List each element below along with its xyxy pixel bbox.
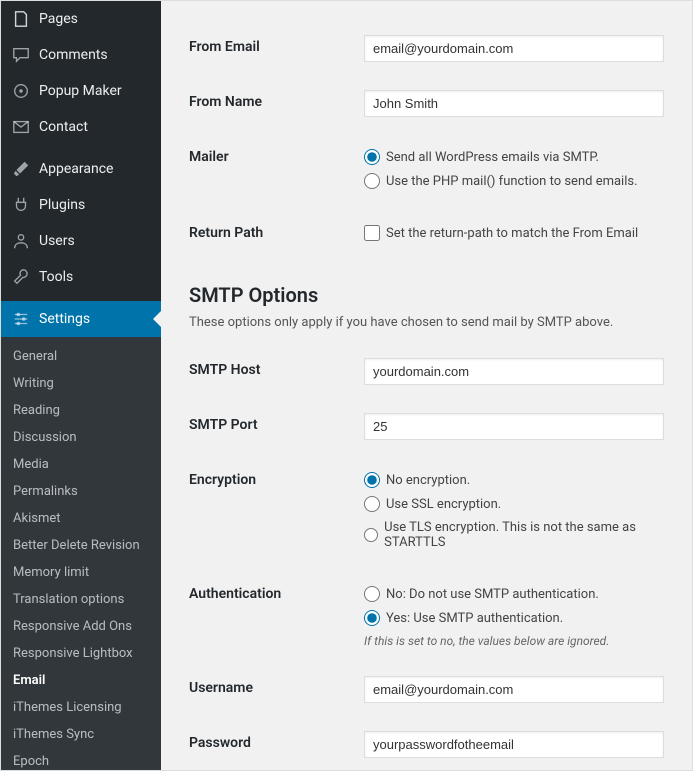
mail-icon xyxy=(11,117,31,137)
submenu-item-discussion[interactable]: Discussion xyxy=(1,424,161,451)
password-label: Password xyxy=(189,717,364,770)
from-name-label: From Name xyxy=(189,76,364,131)
sidebar-item-users[interactable]: Users xyxy=(1,223,161,259)
sidebar-label: Appearance xyxy=(39,161,113,177)
smtp-port-label: SMTP Port xyxy=(189,399,364,454)
admin-sidebar: Pages Comments Popup Maker Contact Appea… xyxy=(1,1,161,770)
submenu-item-ithemes-sync[interactable]: iThemes Sync xyxy=(1,721,161,748)
sidebar-label: Popup Maker xyxy=(39,83,122,99)
password-input[interactable] xyxy=(364,731,664,758)
sidebar-label: Users xyxy=(39,233,75,249)
sidebar-item-popup-maker[interactable]: Popup Maker xyxy=(1,73,161,109)
sidebar-item-pages[interactable]: Pages xyxy=(1,1,161,37)
sidebar-item-comments[interactable]: Comments xyxy=(1,37,161,73)
mailer-label: Mailer xyxy=(189,131,364,207)
sliders-icon xyxy=(11,309,31,329)
smtp-options-heading: SMTP Options xyxy=(189,283,664,307)
submenu-item-better-delete-revision[interactable]: Better Delete Revision xyxy=(1,532,161,559)
smtp-port-input[interactable] xyxy=(364,413,664,440)
pages-icon xyxy=(11,9,31,29)
submenu-item-general[interactable]: General xyxy=(1,343,161,370)
return-path-option[interactable]: Set the return-path to match the From Em… xyxy=(364,221,664,245)
submenu-item-akismet[interactable]: Akismet xyxy=(1,505,161,532)
mailer-php-radio[interactable] xyxy=(364,173,380,189)
mailer-smtp-text: Send all WordPress emails via SMTP. xyxy=(386,150,599,165)
smtp-host-label: SMTP Host xyxy=(189,344,364,399)
submenu-item-ithemes-licensing[interactable]: iThemes Licensing xyxy=(1,694,161,721)
username-label: Username xyxy=(189,662,364,717)
auth-hint: If this is set to no, the values below a… xyxy=(364,634,664,648)
encryption-none-option[interactable]: No encryption. xyxy=(364,468,664,492)
auth-label: Authentication xyxy=(189,568,364,662)
encryption-none-text: No encryption. xyxy=(386,473,470,488)
encryption-ssl-text: Use SSL encryption. xyxy=(386,497,501,512)
sidebar-item-appearance[interactable]: Appearance xyxy=(1,151,161,187)
mailer-php-option[interactable]: Use the PHP mail() function to send emai… xyxy=(364,169,664,193)
sidebar-label: Settings xyxy=(39,311,90,327)
encryption-tls-radio[interactable] xyxy=(364,527,378,543)
auth-no-text: No: Do not use SMTP authentication. xyxy=(386,587,599,602)
popup-icon xyxy=(11,81,31,101)
submenu-item-media[interactable]: Media xyxy=(1,451,161,478)
sidebar-label: Tools xyxy=(39,269,73,285)
sidebar-item-settings[interactable]: Settings xyxy=(1,301,161,337)
encryption-none-radio[interactable] xyxy=(364,472,380,488)
encryption-ssl-radio[interactable] xyxy=(364,496,380,512)
mailer-smtp-option[interactable]: Send all WordPress emails via SMTP. xyxy=(364,145,664,169)
mailer-php-text: Use the PHP mail() function to send emai… xyxy=(386,174,638,189)
submenu-item-responsive-addons[interactable]: Responsive Add Ons xyxy=(1,613,161,640)
brush-icon xyxy=(11,159,31,179)
auth-no-radio[interactable] xyxy=(364,586,380,602)
return-path-checkbox[interactable] xyxy=(364,225,380,241)
smtp-host-input[interactable] xyxy=(364,358,664,385)
encryption-label: Encryption xyxy=(189,454,364,568)
from-email-input[interactable] xyxy=(364,35,664,62)
sidebar-item-plugins[interactable]: Plugins xyxy=(1,187,161,223)
plug-icon xyxy=(11,195,31,215)
settings-content: From Email From Name Mailer Send all Wor… xyxy=(161,1,692,770)
sidebar-label: Plugins xyxy=(39,197,85,213)
from-name-input[interactable] xyxy=(364,90,664,117)
user-icon xyxy=(11,231,31,251)
submenu-item-epoch[interactable]: Epoch xyxy=(1,748,161,770)
auth-yes-text: Yes: Use SMTP authentication. xyxy=(386,611,563,626)
return-path-label: Return Path xyxy=(189,207,364,259)
sidebar-label: Pages xyxy=(39,11,78,27)
wrench-icon xyxy=(11,267,31,287)
submenu-item-reading[interactable]: Reading xyxy=(1,397,161,424)
comments-icon xyxy=(11,45,31,65)
auth-no-option[interactable]: No: Do not use SMTP authentication. xyxy=(364,582,664,606)
auth-yes-radio[interactable] xyxy=(364,610,380,626)
submenu-item-translation-options[interactable]: Translation options xyxy=(1,586,161,613)
sidebar-label: Comments xyxy=(39,47,108,63)
auth-yes-option[interactable]: Yes: Use SMTP authentication. xyxy=(364,606,664,630)
encryption-tls-text: Use TLS encryption. This is not the same… xyxy=(384,520,664,550)
settings-submenu: General Writing Reading Discussion Media… xyxy=(1,337,161,770)
encryption-tls-option[interactable]: Use TLS encryption. This is not the same… xyxy=(364,516,664,554)
from-email-label: From Email xyxy=(189,21,364,76)
submenu-item-writing[interactable]: Writing xyxy=(1,370,161,397)
mailer-smtp-radio[interactable] xyxy=(364,149,380,165)
sidebar-label: Contact xyxy=(39,119,88,135)
username-input[interactable] xyxy=(364,676,664,703)
smtp-options-desc: These options only apply if you have cho… xyxy=(189,315,664,330)
submenu-item-memory-limit[interactable]: Memory limit xyxy=(1,559,161,586)
submenu-item-responsive-lightbox[interactable]: Responsive Lightbox xyxy=(1,640,161,667)
sidebar-item-tools[interactable]: Tools xyxy=(1,259,161,295)
sidebar-item-contact[interactable]: Contact xyxy=(1,109,161,145)
encryption-ssl-option[interactable]: Use SSL encryption. xyxy=(364,492,664,516)
submenu-item-email[interactable]: Email xyxy=(1,667,161,694)
submenu-item-permalinks[interactable]: Permalinks xyxy=(1,478,161,505)
return-path-text: Set the return-path to match the From Em… xyxy=(386,226,638,241)
